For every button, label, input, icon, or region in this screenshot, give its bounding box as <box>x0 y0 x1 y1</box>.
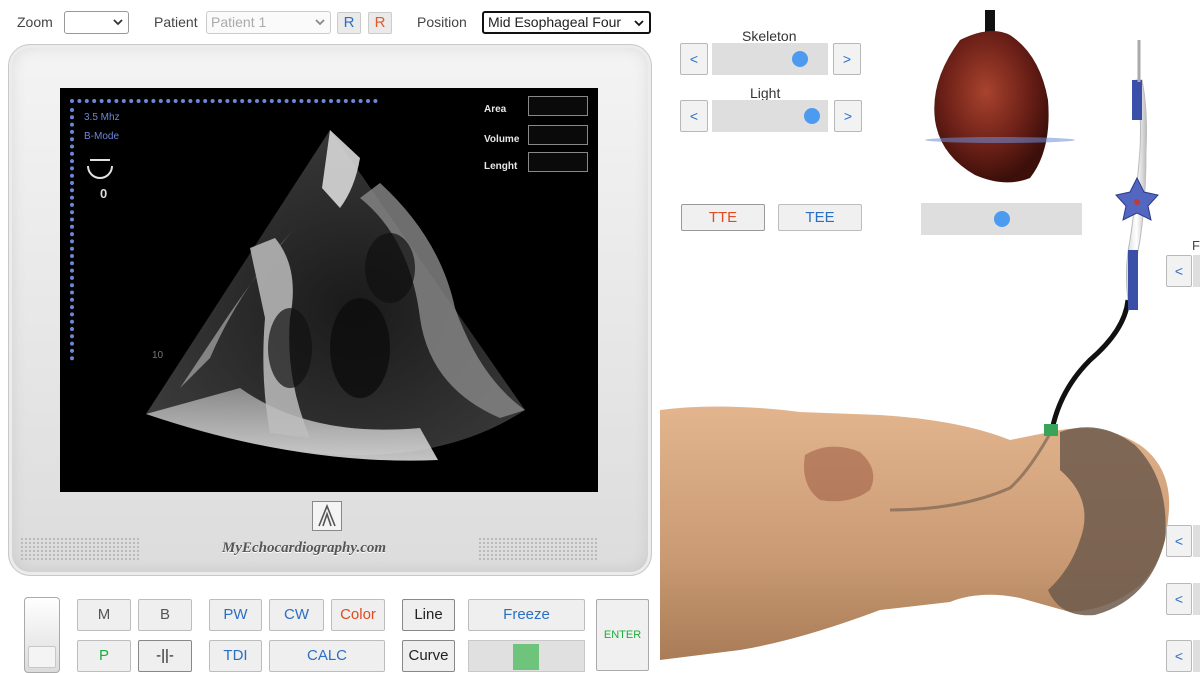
gain-slider[interactable] <box>24 597 60 673</box>
speaker-grille-right <box>478 537 598 561</box>
reset-rotation-button[interactable]: R <box>337 12 361 34</box>
freeze-indicator <box>468 640 585 672</box>
skeleton-next-button[interactable]: > <box>833 43 861 75</box>
calc-button[interactable]: CALC <box>269 640 385 672</box>
enter-button[interactable]: ENTER <box>596 599 649 671</box>
freeze-button[interactable]: Freeze <box>468 599 585 631</box>
probe-depth-slider[interactable] <box>921 203 1082 235</box>
volume-label: Volume <box>484 134 520 145</box>
imaging-plane <box>925 137 1075 143</box>
light-prev-button[interactable]: < <box>680 100 708 132</box>
p-button[interactable]: P <box>77 640 131 672</box>
probe-depth-slider-knob[interactable] <box>994 211 1010 227</box>
tee-button[interactable]: TEE <box>778 204 862 231</box>
edge-prev-button-2[interactable]: < <box>1166 525 1192 557</box>
tdi-button[interactable]: TDI <box>209 640 262 672</box>
brand-logo-text: MyEchocardiography.com <box>222 540 387 556</box>
skeleton-slider[interactable] <box>712 43 828 75</box>
frequency-readout: 3.5 Mhz <box>84 112 120 123</box>
logo-icon <box>312 501 342 531</box>
patient-label: Patient <box>154 14 198 30</box>
probe-cable <box>1049 299 1131 431</box>
mode-readout: B-Mode <box>84 131 120 142</box>
edge-label: F <box>1192 238 1200 253</box>
b-mode-button[interactable]: B <box>138 599 192 631</box>
light-label: Light <box>750 85 781 101</box>
caliper-button[interactable]: -||- <box>138 640 192 672</box>
area-field <box>528 96 588 116</box>
echo-screen: 3.5 Mhz B-Mode 0 10 Area Volume Lenght <box>60 88 598 492</box>
chevron-down-icon <box>634 20 644 27</box>
chevron-down-icon <box>315 19 325 26</box>
volume-field <box>528 125 588 145</box>
skeleton-prev-button[interactable]: < <box>680 43 708 75</box>
reset-patient-button[interactable]: R <box>368 12 392 34</box>
angle-readout: 0 <box>100 186 108 201</box>
edge-prev-button-3[interactable]: < <box>1166 583 1192 615</box>
curve-button[interactable]: Curve <box>402 640 455 672</box>
angle-icon <box>87 165 113 179</box>
ultrasound-image <box>70 99 525 461</box>
light-next-button[interactable]: > <box>834 100 862 132</box>
patient-select[interactable]: Patient 1 <box>206 11 331 34</box>
heart-model[interactable] <box>934 31 1049 183</box>
m-mode-button[interactable]: M <box>77 599 131 631</box>
position-select[interactable]: Mid Esophageal Four <box>482 11 651 34</box>
skeleton-label: Skeleton <box>742 28 797 44</box>
color-doppler-button[interactable]: Color <box>331 599 385 631</box>
probe-bite-guard <box>1044 424 1058 436</box>
skeleton-slider-knob[interactable] <box>792 51 808 67</box>
position-select-value: Mid Esophageal Four <box>488 14 622 30</box>
gain-slider-thumb[interactable] <box>28 646 56 668</box>
tte-button[interactable]: TTE <box>681 204 765 231</box>
depth-marker: 10 <box>152 350 164 361</box>
light-slider[interactable] <box>712 100 828 132</box>
edge-prev-button-1[interactable]: < <box>1166 255 1192 287</box>
length-label: Lenght <box>484 161 518 172</box>
chevron-down-icon <box>113 19 123 26</box>
freeze-indicator-light <box>513 644 539 670</box>
position-label: Position <box>417 14 467 30</box>
patient-select-value: Patient 1 <box>211 14 267 30</box>
zoom-select[interactable] <box>64 11 129 34</box>
edge-prev-button-4[interactable]: < <box>1166 640 1192 672</box>
cw-button[interactable]: CW <box>269 599 324 631</box>
zoom-label: Zoom <box>17 14 53 30</box>
area-label: Area <box>484 104 507 115</box>
line-button[interactable]: Line <box>402 599 455 631</box>
light-slider-knob[interactable] <box>804 108 820 124</box>
length-field <box>528 152 588 172</box>
speaker-grille-left <box>20 537 140 561</box>
pw-button[interactable]: PW <box>209 599 262 631</box>
